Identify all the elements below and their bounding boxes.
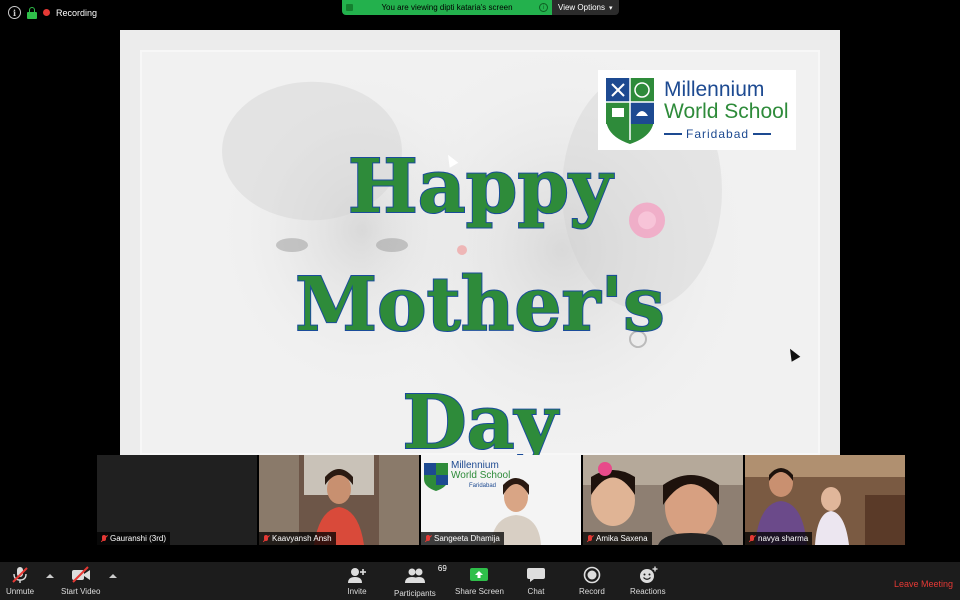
- meeting-toolbar: Unmute Start Video Invite 69 Participant…: [0, 562, 960, 600]
- tile-logo-line-3: Faridabad: [469, 483, 497, 489]
- participant-name: navya sharma: [758, 534, 809, 543]
- muted-mic-icon: [587, 534, 593, 543]
- muted-mic-icon: [749, 534, 755, 543]
- chat-button[interactable]: Chat: [526, 566, 546, 596]
- participant-tile[interactable]: Kaavyansh Ansh: [259, 455, 419, 545]
- unmute-button[interactable]: Unmute: [6, 566, 34, 596]
- invite-button[interactable]: Invite: [347, 566, 367, 596]
- chat-label: Chat: [527, 587, 545, 596]
- share-screen-icon: [470, 568, 489, 581]
- meeting-status-bar: i Recording: [8, 6, 97, 19]
- participant-nametag: Kaavyansh Ansh: [259, 532, 336, 545]
- screen-share-banner: You are viewing dipti kataria's screen i…: [342, 0, 619, 15]
- tile-logo-text: Millennium World School Faridabad: [451, 461, 510, 491]
- muted-mic-icon: [425, 534, 431, 543]
- record-icon: [583, 566, 601, 584]
- participant-name: Amika Saxena: [596, 534, 648, 543]
- participant-tile[interactable]: Gauranshi (3rd): [97, 455, 257, 545]
- participant-nametag: navya sharma: [745, 532, 813, 545]
- logo-line-3: Faridabad: [664, 127, 789, 141]
- reactions-button[interactable]: Reactions: [630, 566, 666, 596]
- school-logo: Millennium World School Faridabad: [598, 70, 796, 150]
- viewing-banner: You are viewing dipti kataria's screen i: [342, 0, 552, 15]
- info-icon[interactable]: i: [8, 6, 21, 19]
- muted-mic-icon: [263, 534, 269, 543]
- participants-label: Participants: [394, 589, 436, 598]
- viewing-text: You are viewing dipti kataria's screen: [381, 3, 513, 12]
- zoom-meeting-window: i Recording You are viewing dipti katari…: [0, 0, 960, 600]
- headline-line-2: Mother's: [294, 261, 666, 349]
- info-circle-icon[interactable]: i: [539, 3, 548, 12]
- recording-label: Recording: [56, 7, 98, 18]
- unmute-label: Unmute: [6, 587, 35, 596]
- invite-label: Invite: [347, 587, 367, 596]
- participants-button[interactable]: 69 Participants: [394, 564, 447, 598]
- record-button[interactable]: Record: [579, 566, 605, 596]
- shared-screen: Happy Mother's Day Millennium World Scho…: [120, 30, 840, 455]
- start-video-label: Start Video: [61, 587, 101, 596]
- participant-tile[interactable]: Millennium World School Faridabad Sangee…: [421, 455, 581, 545]
- school-crest-icon: [606, 78, 654, 144]
- video-options-caret-icon[interactable]: [109, 574, 117, 578]
- leave-meeting-button[interactable]: Leave Meeting: [894, 579, 953, 589]
- tile-logo-line-2: World School: [451, 470, 511, 481]
- slide-frame: Happy Mother's Day Millennium World Scho…: [140, 50, 820, 455]
- participants-count: 69: [437, 564, 447, 573]
- participants-icon: [404, 568, 425, 583]
- lock-icon[interactable]: [27, 6, 37, 19]
- reactions-label: Reactions: [630, 587, 666, 596]
- share-indicator-icon: [346, 4, 353, 11]
- chevron-down-icon: ▾: [609, 4, 613, 12]
- participant-nametag: Amika Saxena: [583, 532, 652, 545]
- logo-line-2: World School: [664, 100, 789, 123]
- participant-nametag: Sangeeta Dhamija: [421, 532, 504, 545]
- logo-line-1: Millennium: [664, 78, 765, 101]
- share-screen-label: Share Screen: [455, 587, 504, 596]
- participant-tile[interactable]: Amika Saxena: [583, 455, 743, 545]
- muted-microphone-icon: [12, 567, 28, 583]
- logo-city: Faridabad: [686, 127, 750, 141]
- participant-name: Gauranshi (3rd): [110, 534, 167, 543]
- headline-line-3: Day: [401, 379, 558, 455]
- share-screen-button[interactable]: Share Screen: [455, 566, 504, 596]
- headline-line-1: Happy: [347, 143, 613, 231]
- recording-dot-icon: [43, 9, 50, 16]
- muted-mic-icon: [101, 534, 107, 543]
- audio-options-caret-icon[interactable]: [46, 574, 54, 578]
- chat-icon: [527, 568, 545, 582]
- participant-name: Kaavyansh Ansh: [272, 534, 332, 543]
- participant-gallery-strip: Gauranshi (3rd) Kaavyansh Ansh Millenniu…: [97, 455, 905, 545]
- participant-name: Sangeeta Dhamija: [434, 534, 500, 543]
- add-user-icon: [348, 568, 366, 583]
- view-options-button[interactable]: View Options ▾: [552, 0, 619, 15]
- start-video-button[interactable]: Start Video: [61, 566, 100, 596]
- record-label: Record: [579, 587, 605, 596]
- participant-nametag: Gauranshi (3rd): [97, 532, 171, 545]
- video-off-icon: [71, 566, 90, 583]
- participant-tile[interactable]: navya sharma: [745, 455, 905, 545]
- view-options-label: View Options: [558, 3, 605, 12]
- smiley-face-icon: [639, 566, 658, 583]
